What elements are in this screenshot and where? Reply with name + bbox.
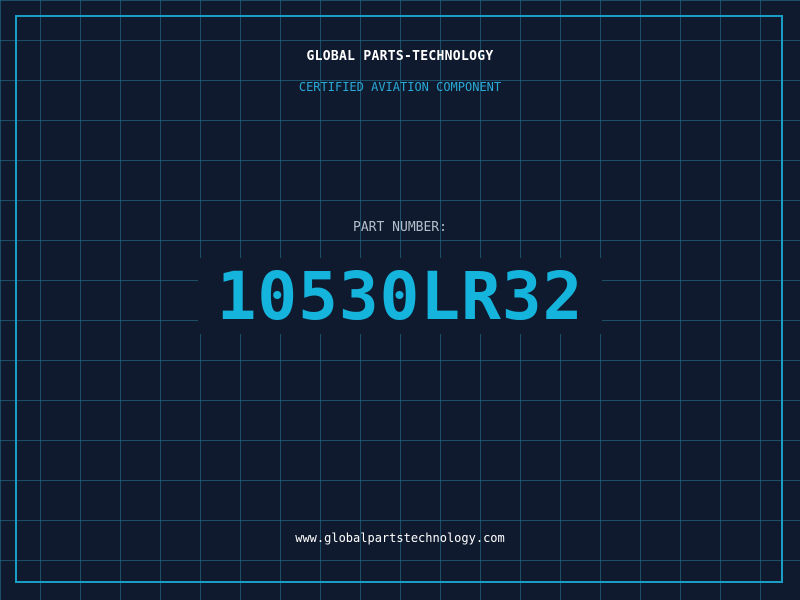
part-number-value: 10530LR32	[216, 258, 584, 335]
company-name: GLOBAL PARTS-TECHNOLOGY	[306, 49, 494, 64]
part-number-label: PART NUMBER:	[353, 220, 447, 235]
certification-subtitle: CERTIFIED AVIATION COMPONENT	[298, 80, 502, 94]
website-url[interactable]: www.globalpartstechnology.com	[0, 531, 800, 545]
